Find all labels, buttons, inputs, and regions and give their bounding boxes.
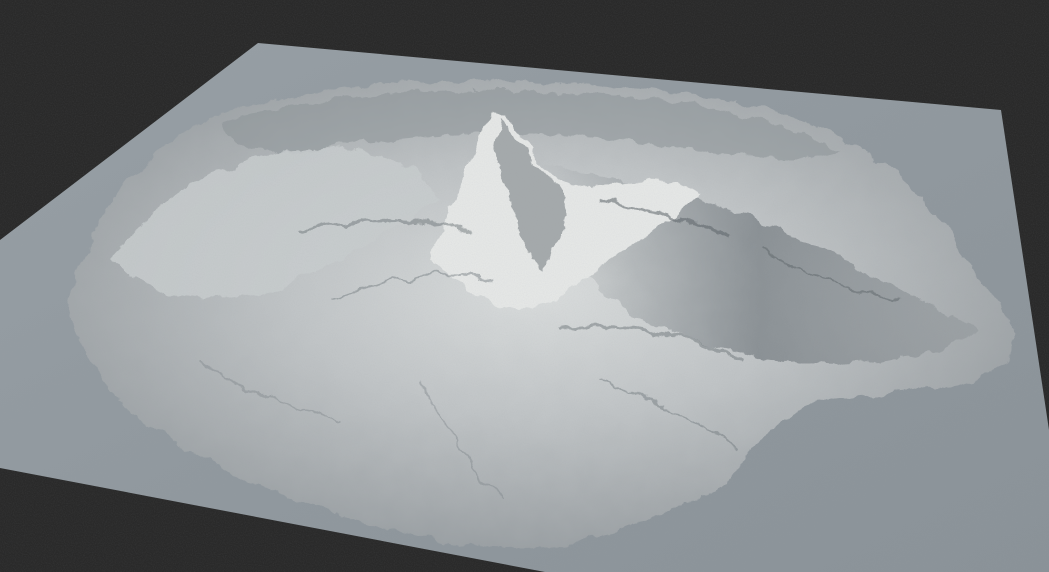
3d-viewport[interactable] <box>0 0 1049 572</box>
grain-overlay <box>0 0 1049 572</box>
terrain-render[interactable] <box>0 0 1049 572</box>
